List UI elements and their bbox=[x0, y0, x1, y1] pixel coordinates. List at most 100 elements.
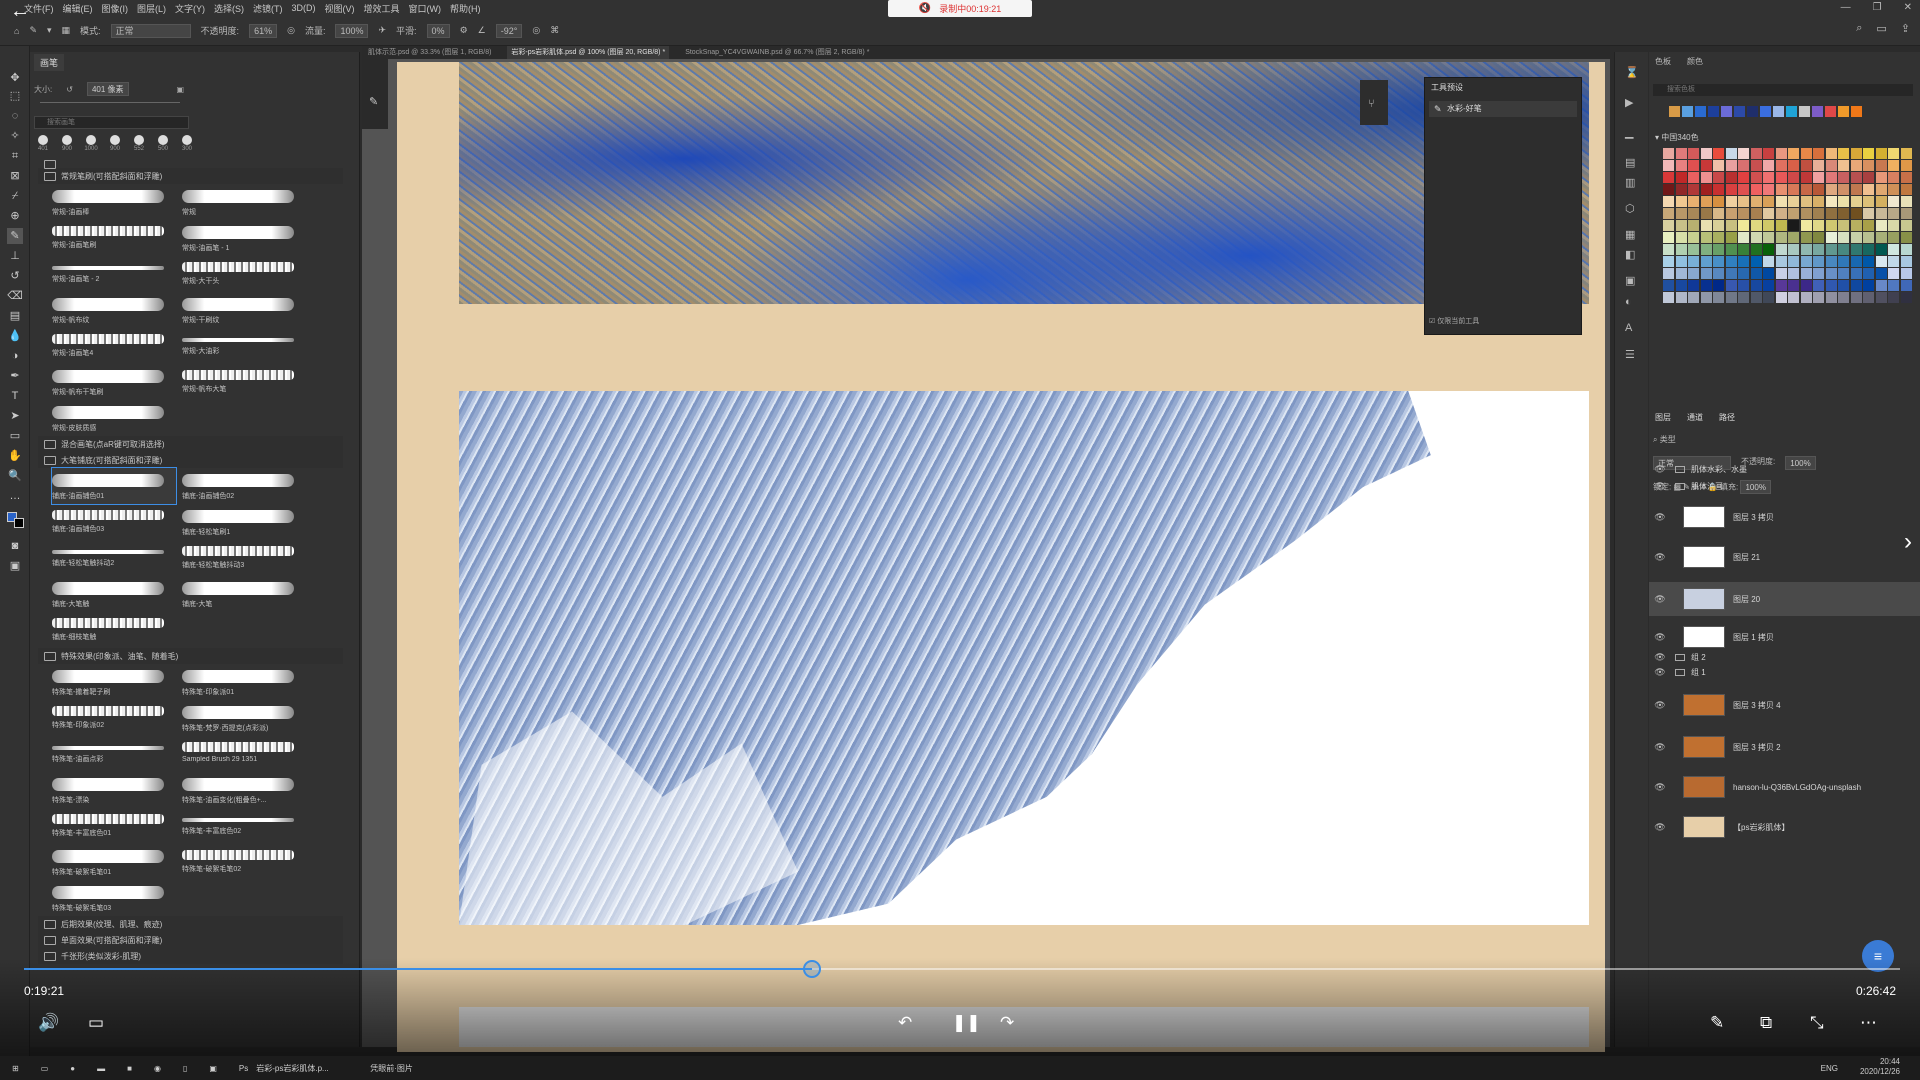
color-swatch[interactable] bbox=[1725, 184, 1737, 195]
brush-preset[interactable]: 特殊笔-漂染 bbox=[52, 772, 176, 808]
flow-input[interactable]: 100% bbox=[335, 23, 369, 38]
current-tool-only-checkbox[interactable]: ☑ 仅限当前工具 bbox=[1429, 316, 1479, 326]
color-swatch[interactable] bbox=[1900, 184, 1912, 195]
menu-item-image[interactable]: 图像(I) bbox=[102, 2, 129, 15]
brush-tool-icon[interactable]: ✎ bbox=[7, 228, 23, 244]
color-swatch[interactable] bbox=[1713, 184, 1724, 195]
color-swatch[interactable] bbox=[1775, 280, 1787, 291]
color-swatch[interactable] bbox=[1838, 256, 1849, 267]
color-swatch[interactable] bbox=[1850, 280, 1862, 291]
color-swatch[interactable] bbox=[1900, 244, 1912, 255]
recent-swatch[interactable] bbox=[1773, 106, 1784, 117]
color-swatch[interactable] bbox=[1700, 220, 1712, 231]
magic-wand-icon[interactable]: ✧ bbox=[7, 128, 23, 144]
color-swatch[interactable] bbox=[1725, 232, 1737, 243]
gear-icon[interactable]: ⚙ bbox=[460, 25, 468, 36]
brush-preset[interactable]: 铺底-大笔 bbox=[182, 576, 306, 612]
layer-row[interactable]: 👁 图层 3 拷贝 4 bbox=[1649, 690, 1920, 720]
gradient-tool-icon[interactable]: ▤ bbox=[7, 308, 23, 324]
tab-layers[interactable]: 图层 bbox=[1655, 412, 1671, 423]
color-swatch[interactable] bbox=[1700, 160, 1712, 171]
glyph-icon[interactable]: ◧ bbox=[1625, 248, 1635, 261]
color-swatch[interactable] bbox=[1900, 232, 1912, 243]
color-swatch[interactable] bbox=[1788, 244, 1799, 255]
tab-channels[interactable]: 通道 bbox=[1687, 412, 1703, 423]
recent-brush[interactable]: 1000 bbox=[82, 134, 100, 154]
color-swatch[interactable] bbox=[1838, 196, 1849, 207]
color-swatch[interactable] bbox=[1875, 196, 1887, 207]
color-swatch[interactable] bbox=[1888, 244, 1899, 255]
color-swatch[interactable] bbox=[1875, 244, 1887, 255]
color-swatch[interactable] bbox=[1788, 196, 1799, 207]
brush-preset[interactable]: 特殊笔-破絮毛笔01 bbox=[52, 844, 176, 880]
brush-group-base[interactable]: 大笔铺底(可搭配斜面和浮雕) bbox=[38, 452, 343, 468]
color-swatch[interactable] bbox=[1825, 256, 1837, 267]
color-swatch[interactable] bbox=[1800, 196, 1812, 207]
stamp-tool-icon[interactable]: ⊥ bbox=[7, 248, 23, 264]
files-icon[interactable]: ▯ bbox=[183, 1064, 187, 1073]
brush-preset[interactable]: 常规-帆布大笔 bbox=[182, 364, 306, 400]
volume-icon[interactable]: 🔊 bbox=[38, 1013, 59, 1033]
recent-swatch[interactable] bbox=[1747, 106, 1758, 117]
brush-search-input[interactable]: 搜索画笔 bbox=[34, 116, 189, 129]
brush-preset[interactable]: 特殊笔-破絮毛笔02 bbox=[182, 844, 306, 880]
color-swatch[interactable] bbox=[1838, 184, 1849, 195]
color-swatch[interactable] bbox=[1800, 244, 1812, 255]
color-swatch[interactable] bbox=[1863, 220, 1874, 231]
histogram-icon[interactable]: ▁ bbox=[1625, 126, 1633, 139]
color-swatch[interactable] bbox=[1800, 160, 1812, 171]
menu-item-select[interactable]: 选择(S) bbox=[214, 2, 244, 15]
color-swatch[interactable] bbox=[1675, 184, 1687, 195]
color-swatch[interactable] bbox=[1763, 256, 1774, 267]
pressure-opacity-icon[interactable]: ◎ bbox=[287, 25, 295, 36]
color-swatch[interactable] bbox=[1763, 172, 1774, 183]
color-swatch[interactable] bbox=[1825, 232, 1837, 243]
color-swatch[interactable] bbox=[1663, 280, 1674, 291]
color-swatch[interactable] bbox=[1888, 184, 1899, 195]
color-swatch[interactable] bbox=[1838, 268, 1849, 279]
color-swatch[interactable] bbox=[1888, 160, 1899, 171]
color-swatch[interactable] bbox=[1900, 196, 1912, 207]
color-swatch[interactable] bbox=[1688, 148, 1699, 159]
color-swatch[interactable] bbox=[1813, 280, 1824, 291]
color-swatch[interactable] bbox=[1850, 232, 1862, 243]
color-swatch[interactable] bbox=[1825, 196, 1837, 207]
brush-preset[interactable]: 常规-油画棒 bbox=[52, 184, 176, 220]
color-swatch[interactable] bbox=[1763, 160, 1774, 171]
color-swatch[interactable] bbox=[1838, 172, 1849, 183]
brush-settings-icon[interactable]: ⑂ bbox=[1368, 98, 1375, 110]
character-icon[interactable]: A bbox=[1625, 322, 1632, 334]
color-swatch[interactable] bbox=[1863, 148, 1874, 159]
color-swatch[interactable] bbox=[1775, 256, 1787, 267]
subtitles-icon[interactable]: ▭ bbox=[88, 1013, 104, 1033]
recent-swatch[interactable] bbox=[1682, 106, 1693, 117]
color-swatch[interactable] bbox=[1825, 244, 1837, 255]
color-swatch[interactable] bbox=[1888, 256, 1899, 267]
color-swatch[interactable] bbox=[1675, 232, 1687, 243]
exit-fullscreen-icon[interactable]: ⤡ bbox=[1810, 1013, 1824, 1033]
color-swatch[interactable] bbox=[1713, 268, 1724, 279]
color-swatch[interactable] bbox=[1800, 184, 1812, 195]
color-swatch[interactable] bbox=[1863, 232, 1874, 243]
color-swatch[interactable] bbox=[1850, 244, 1862, 255]
color-swatch[interactable] bbox=[1788, 148, 1799, 159]
recent-swatch[interactable] bbox=[1669, 106, 1680, 117]
color-swatch[interactable] bbox=[1675, 292, 1687, 303]
color-swatch[interactable] bbox=[1700, 280, 1712, 291]
color-swatch[interactable] bbox=[1888, 268, 1899, 279]
color-swatch[interactable] bbox=[1788, 172, 1799, 183]
menu-item-layer[interactable]: 图层(L) bbox=[137, 2, 166, 15]
color-swatch[interactable] bbox=[1688, 172, 1699, 183]
tab-color[interactable]: 颜色 bbox=[1687, 56, 1703, 67]
wechat-icon[interactable]: ● bbox=[70, 1064, 75, 1073]
color-swatch[interactable] bbox=[1713, 220, 1724, 231]
recent-swatch[interactable] bbox=[1838, 106, 1849, 117]
color-swatch[interactable] bbox=[1775, 220, 1787, 231]
color-swatch[interactable] bbox=[1863, 280, 1874, 291]
color-swatch[interactable] bbox=[1688, 292, 1699, 303]
history-icon[interactable]: ⌛ bbox=[1625, 66, 1639, 79]
color-swatch[interactable] bbox=[1688, 280, 1699, 291]
color-swatch[interactable] bbox=[1700, 268, 1712, 279]
close-icon[interactable]: ✕ bbox=[1904, 2, 1912, 13]
color-swatch[interactable] bbox=[1763, 196, 1774, 207]
